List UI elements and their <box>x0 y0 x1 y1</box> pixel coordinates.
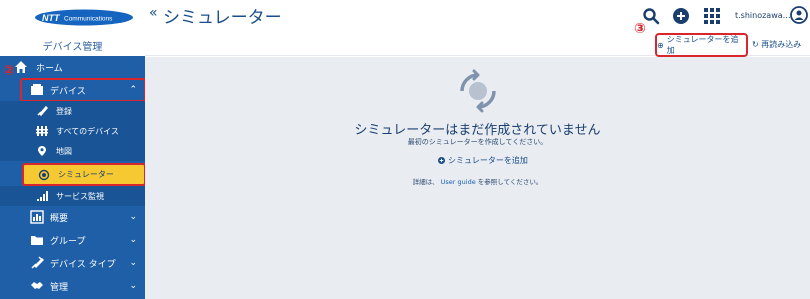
apps-grid-icon[interactable] <box>703 7 721 25</box>
empty-add-label: シミュレーターを追加 <box>448 156 528 165</box>
sidebar-subitem-all-devices[interactable]: すべてのデバイス <box>0 121 145 141</box>
empty-state-title: シミュレーターはまだ作成されていません <box>354 123 601 138</box>
empty-state-add-simulator-link[interactable]: シミュレーターを追加 <box>438 155 528 166</box>
devices-highlight <box>20 78 146 102</box>
sidebar-subitem-map[interactable]: 地図 <box>0 141 145 161</box>
svg-text:NTT: NTT <box>42 13 61 23</box>
reload-label: 再読み込み <box>761 40 802 49</box>
user-guide-note: 詳細は、 User guide を参照してください。 <box>145 176 810 186</box>
brand-area: NTT Communications デバイス管理 <box>0 0 145 56</box>
device-grid-icon <box>36 126 48 136</box>
overview-chart-icon <box>30 210 44 224</box>
user-guide-link[interactable]: User guide <box>441 178 476 186</box>
annotation-two: ② <box>3 63 15 79</box>
ntt-logo[interactable]: NTT Communications <box>34 9 134 26</box>
collapse-sidebar-button[interactable]: « <box>149 5 158 21</box>
sidebar-item-groups[interactable]: グループ ⌄ <box>0 229 145 251</box>
add-simulator-label: シミュレーターを追加 <box>666 35 739 55</box>
user-avatar-icon[interactable] <box>790 6 808 24</box>
chevron-down-icon: ⌄ <box>129 281 137 291</box>
simulator-icon <box>38 169 50 180</box>
detail-prefix: 詳細は、 <box>412 178 439 186</box>
sidebar-item-admin[interactable]: 管理 ⌄ <box>0 275 145 297</box>
page-title: シミュレーター <box>163 8 282 28</box>
folder-icon <box>31 236 43 245</box>
chevron-down-icon: ⌄ <box>129 212 137 222</box>
plus-circle-icon: ⊕ <box>657 40 664 50</box>
plus-circle-icon <box>438 157 445 164</box>
app-subtitle: デバイス管理 <box>42 42 103 53</box>
sidebar-register-label: 登録 <box>56 106 72 116</box>
sidebar-device-types-label: デバイス タイプ <box>50 259 116 270</box>
sidebar-overview-label: 概要 <box>50 213 69 224</box>
signal-bars-icon <box>37 191 48 201</box>
sidebar-item-overview[interactable]: 概要 ⌄ <box>0 206 145 228</box>
device-type-icon <box>31 256 44 269</box>
sidebar-subitem-service-monitoring[interactable]: サービス監視 <box>0 186 145 206</box>
sidebar-item-home[interactable]: ホーム <box>0 56 145 78</box>
rocket-icon <box>37 105 48 117</box>
annotation-three: ③ <box>634 21 646 37</box>
sidebar-all-devices-label: すべてのデバイス <box>56 126 119 136</box>
sidebar-subitem-simulator[interactable]: シミュレーター <box>22 163 146 186</box>
sidebar-admin-label: 管理 <box>50 282 69 293</box>
simulator-sync-icon <box>460 69 496 113</box>
refresh-icon: ↻ <box>752 40 759 49</box>
handshake-icon <box>31 282 43 289</box>
username[interactable]: t.shinozawa… <box>735 11 791 20</box>
detail-suffix: を参照してください。 <box>477 178 543 186</box>
chevron-down-icon: ⌄ <box>129 235 137 245</box>
sidebar-home-label: ホーム <box>36 63 63 74</box>
sidebar-groups-label: グループ <box>50 236 86 247</box>
reload-button[interactable]: ↻ 再読み込み <box>752 39 801 50</box>
sidebar-map-label: 地図 <box>56 146 72 156</box>
sidebar-service-label: サービス監視 <box>56 191 104 201</box>
sidebar-subitem-register[interactable]: 登録 <box>0 101 145 121</box>
chevron-down-icon: ⌄ <box>129 258 137 268</box>
home-icon <box>15 61 27 73</box>
empty-state-subtitle: 最初のシミュレーターを作成してください。 <box>407 138 548 146</box>
add-circle-icon[interactable] <box>672 7 690 25</box>
logo-text: Communications <box>64 16 113 23</box>
map-pin-icon <box>38 146 46 156</box>
add-simulator-button[interactable]: ⊕ シミュレーターを追加 <box>655 33 748 57</box>
sidebar-simulator-label: シミュレーター <box>58 170 114 179</box>
sidebar-item-device-types[interactable]: デバイス タイプ ⌄ <box>0 252 145 274</box>
